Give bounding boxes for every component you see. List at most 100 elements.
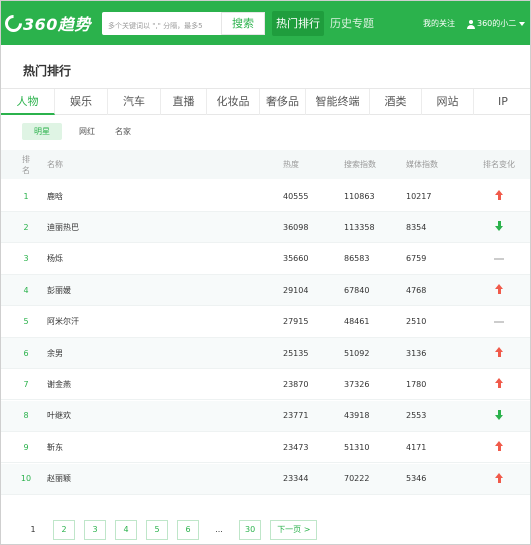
heat-cell: 23473 [283,442,309,452]
search-index-cell: 67840 [344,285,370,295]
dash-icon [494,257,504,260]
heat-cell: 29104 [283,285,309,295]
table-row[interactable]: 2 迪丽热巴 36098 113358 8354 [1,212,530,244]
search-index-cell: 110863 [344,191,375,201]
rank-cell: 5 [23,317,29,327]
media-index-cell: 4171 [406,442,427,452]
media-index-cell: 1780 [406,379,427,389]
pagination-ellipsis: ... [215,525,223,534]
search-index-cell: 48461 [344,317,370,327]
table-row[interactable]: 3 杨烁 35660 86583 6759 [1,244,530,275]
media-index-cell: 4768 [406,285,427,295]
table-row[interactable]: 4 彭丽媛 29104 67840 4768 [1,275,530,307]
name-cell[interactable]: 靳东 [47,442,63,453]
search-index-cell: 113358 [344,222,375,232]
sub-tab[interactable]: 明星 [22,123,62,140]
heat-cell: 40555 [283,191,309,201]
name-cell[interactable]: 杨烁 [47,253,63,264]
nav-my-follow[interactable]: 我的关注 [423,17,455,31]
sub-tab[interactable]: 网红 [70,123,104,140]
name-cell[interactable]: 叶继欢 [47,410,71,421]
logo-ring-icon [1,10,26,36]
category-tab[interactable]: 网站 [422,89,474,115]
heat-cell: 25135 [283,348,309,358]
table-row[interactable]: 6 余男 25135 51092 3136 [1,338,530,369]
rank-change-cell [482,409,516,422]
category-tab[interactable]: 人物 [1,89,55,115]
media-index-cell: 10217 [406,191,432,201]
table-row[interactable]: 9 靳东 23473 51310 4171 [1,432,530,464]
page-number[interactable]: 1 [22,520,44,540]
rank-change-cell [482,254,516,263]
page-number[interactable]: 4 [115,520,137,540]
arrow-down-icon [494,409,504,420]
heat-cell: 23870 [283,379,309,389]
search-index-cell: 51092 [344,348,370,358]
name-cell[interactable]: 彭丽媛 [47,285,71,296]
rank-cell: 7 [23,379,29,389]
rank-cell: 10 [20,474,32,484]
media-index-cell: 3136 [406,348,427,358]
nav-hot-ranking[interactable]: 热门排行 [272,11,324,36]
name-cell[interactable]: 鹿晗 [47,191,63,202]
table-row[interactable]: 7 谢金燕 23870 37326 1780 [1,369,530,401]
arrow-up-icon [494,441,504,452]
search-index-cell: 86583 [344,254,370,264]
name-cell[interactable]: 赵丽颖 [47,473,71,484]
nav-history-topics[interactable]: 历史专题 [330,11,374,36]
rank-change-cell [482,284,516,296]
arrow-up-icon [494,378,504,389]
header-rank-change: 排名变化 [483,160,515,169]
heat-cell: 35660 [283,254,309,264]
media-index-cell: 8354 [406,222,427,232]
category-tab[interactable]: 直播 [161,89,207,115]
category-tab[interactable]: 智能终端 [306,89,370,115]
table-row[interactable]: 10 赵丽颖 23344 70222 5346 [1,463,530,495]
media-index-cell: 5346 [406,474,427,484]
page-number[interactable]: 3 [84,520,106,540]
page-number[interactable]: 5 [146,520,168,540]
category-tabs: 人物 娱乐 汽车 直播 化妆品 奢侈品 智能终端 酒类 网站 IP [1,88,530,115]
page-title: 热门排行 [23,64,72,78]
search-input[interactable] [103,15,221,37]
page-number[interactable]: 6 [177,520,199,540]
search-button[interactable]: 搜索 [221,12,265,35]
user-name: 360的小二 [477,19,517,28]
category-tab[interactable]: 化妆品 [207,89,260,115]
category-tab[interactable]: 汽车 [108,89,161,115]
page-frame: 360趋势 搜索 热门排行 历史专题 我的关注 360的小二 热门排行 人物娱乐… [0,0,531,545]
media-index-cell: 2553 [406,411,427,421]
page-number[interactable]: 30 [239,520,262,540]
arrow-up-icon [494,190,504,200]
media-index-cell: 6759 [406,254,427,264]
category-tab[interactable]: 奢侈品 [260,89,306,115]
name-cell[interactable]: 阿米尔汗 [47,316,79,327]
dash-icon [494,320,504,323]
top-header: 360趋势 搜索 热门排行 历史专题 我的关注 360的小二 [1,1,530,45]
next-page-button[interactable]: 下一页 > [270,520,318,540]
category-tab[interactable]: 酒类 [370,89,422,115]
rank-change-cell [482,190,516,202]
header-name: 名称 [47,160,63,169]
table-row[interactable]: 5 阿米尔汗 27915 48461 2510 [1,307,530,338]
logo[interactable]: 360趋势 [1,10,91,36]
table-row[interactable]: 8 叶继欢 23771 43918 2553 [1,400,530,432]
category-tab[interactable]: 娱乐 [55,89,108,115]
category-tab[interactable]: IP [474,89,530,115]
heat-cell: 36098 [283,222,309,232]
page-number[interactable]: 2 [53,520,75,540]
rank-change-cell [482,317,516,326]
pagination: 1 2 3 4 5 6... 30 下一页 > [22,520,326,540]
rank-change-cell [482,221,516,233]
search-index-cell: 70222 [344,474,370,484]
name-cell[interactable]: 余男 [47,348,63,359]
arrow-up-icon [494,347,504,357]
user-menu[interactable]: 360的小二 [467,17,526,31]
heat-cell: 23344 [283,474,309,484]
name-cell[interactable]: 迪丽热巴 [47,222,79,233]
table-header: 排名 名称 热度 搜索指数 媒体指数 排名变化 [1,150,530,179]
sub-tab[interactable]: 名家 [106,123,140,140]
table-row[interactable]: 1 鹿晗 40555 110863 10217 [1,181,530,212]
arrow-down-icon [494,221,504,232]
name-cell[interactable]: 谢金燕 [47,379,71,390]
